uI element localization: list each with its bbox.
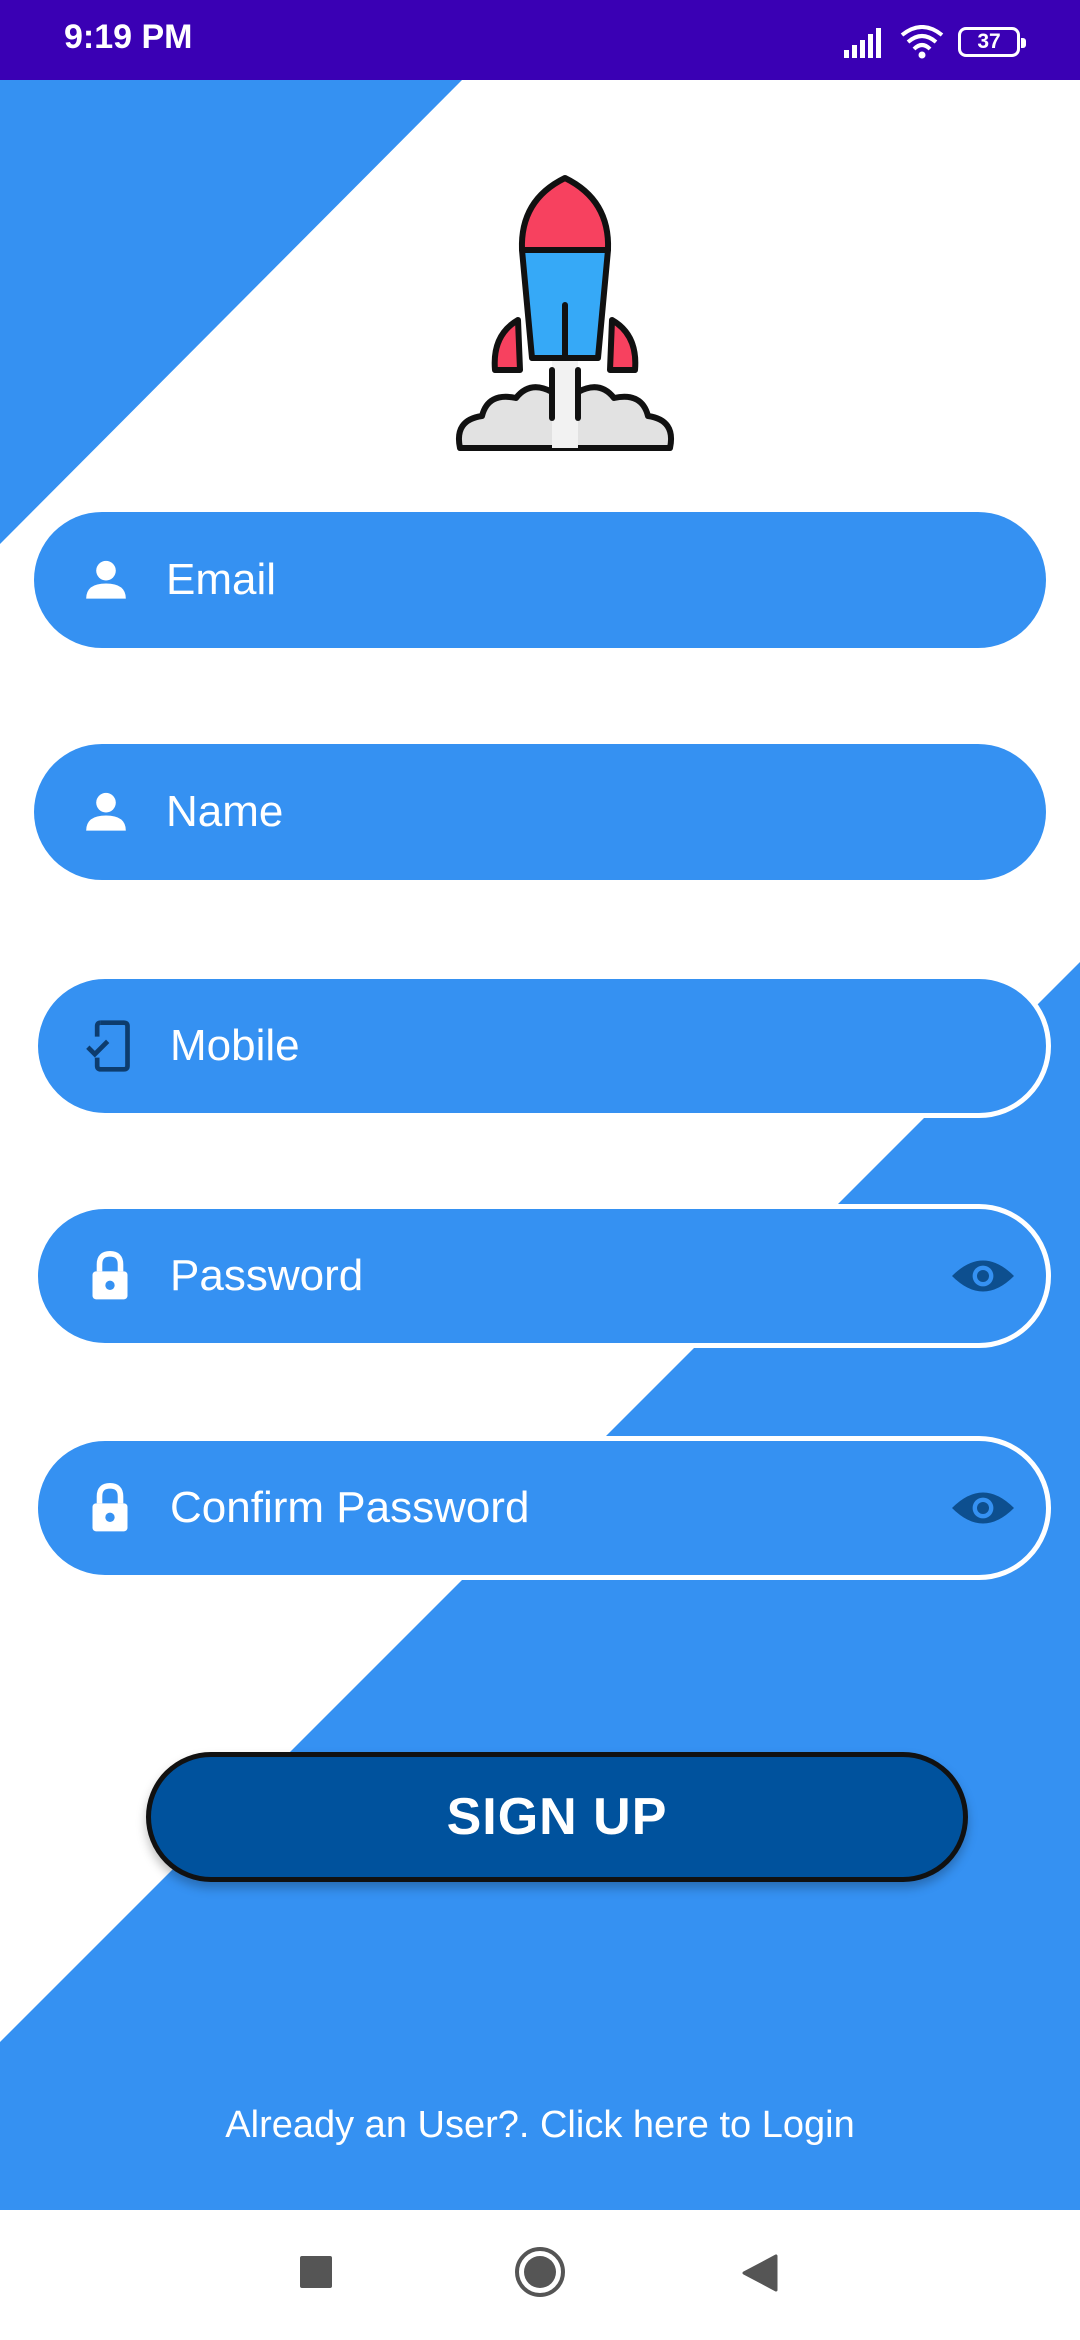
battery-level: 37 (977, 30, 1001, 53)
mobile-field[interactable]: Mobile (33, 974, 1051, 1118)
navigation-bar (0, 2210, 1080, 2340)
mobile-placeholder: Mobile (170, 1021, 300, 1070)
signal-icon (844, 28, 881, 58)
eye-icon[interactable] (950, 1485, 1016, 1531)
phone-check-icon (86, 1020, 130, 1072)
home-circle-icon[interactable] (514, 2246, 566, 2298)
confirm-password-placeholder: Confirm Password (170, 1483, 530, 1532)
person-icon (86, 792, 126, 831)
person-icon (86, 560, 126, 599)
name-placeholder: Name (166, 787, 284, 836)
recents-square-icon[interactable] (300, 2256, 332, 2288)
back-triangle-icon[interactable] (742, 2254, 778, 2292)
status-bar: 9:19 PM 37 (0, 0, 1080, 80)
password-field[interactable]: Password (33, 1204, 1051, 1348)
signup-button[interactable]: SIGN UP (146, 1752, 968, 1882)
name-field[interactable]: Name (34, 744, 1046, 880)
rocket-logo (456, 175, 674, 451)
signup-button-label: SIGN UP (446, 1788, 668, 1846)
login-link[interactable]: Already an User?. Click here to Login (0, 2104, 1080, 2147)
email-field[interactable]: Email (34, 512, 1046, 648)
eye-icon[interactable] (950, 1253, 1016, 1299)
lock-icon (92, 1251, 128, 1300)
lock-icon (92, 1483, 128, 1532)
battery-icon: 37 (958, 27, 1026, 57)
status-icons: 37 (842, 20, 1026, 64)
email-placeholder: Email (166, 555, 277, 604)
wifi-icon (900, 25, 944, 59)
password-placeholder: Password (170, 1251, 364, 1300)
status-time: 9:19 PM (64, 18, 193, 56)
confirm-password-field[interactable]: Confirm Password (33, 1436, 1051, 1580)
